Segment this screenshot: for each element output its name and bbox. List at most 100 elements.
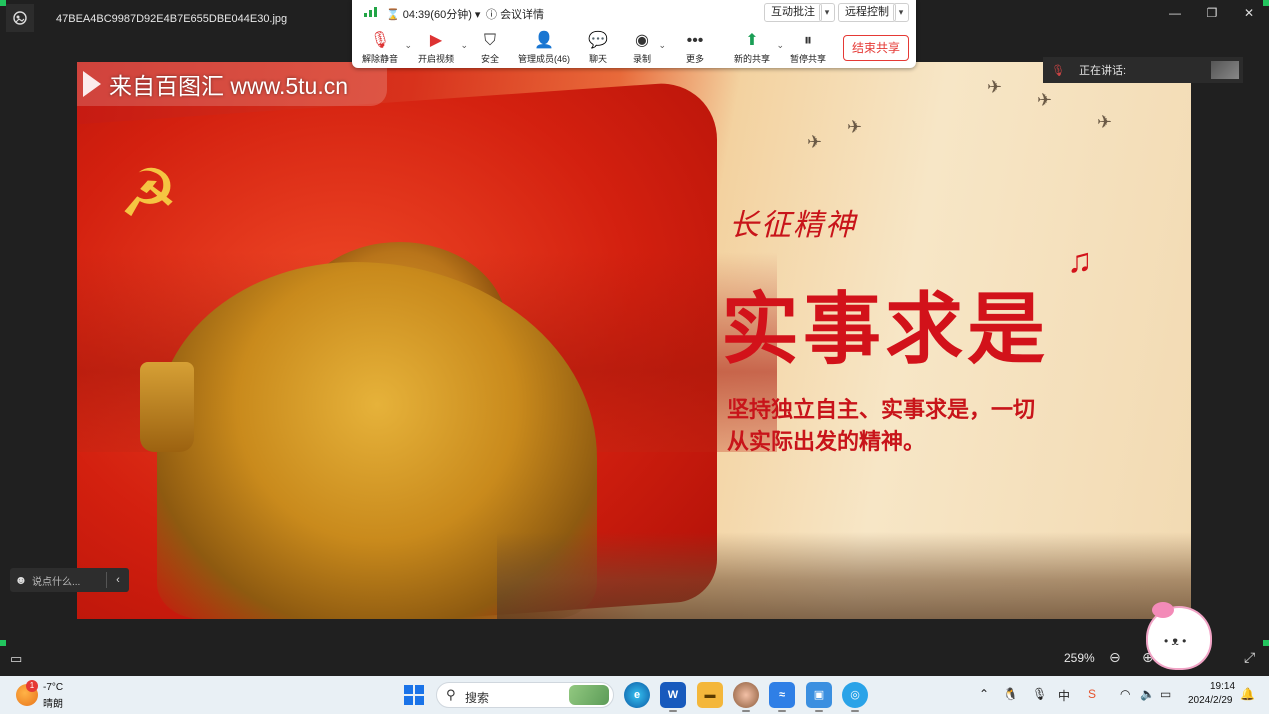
- tool-label: 新的共享: [733, 54, 770, 64]
- image-viewer-window: 47BEA4BC9987D92E4B7E655DBE044E30.jpg — ❐…: [0, 0, 1269, 676]
- signal-strength-icon[interactable]: [364, 7, 377, 17]
- restore-button[interactable]: ❐: [1194, 4, 1230, 24]
- filmstrip-icon[interactable]: ▭: [10, 651, 22, 667]
- video-off-icon: ▶: [429, 32, 443, 49]
- mic-off-icon: 🎙: [1051, 64, 1065, 77]
- security-button[interactable]: ⛉ 安全: [476, 30, 504, 66]
- chat-button[interactable]: 💬 聊天: [586, 30, 610, 66]
- description-line: 从实际出发的精神。: [727, 429, 926, 454]
- play-icon: [83, 71, 101, 97]
- new-share-button[interactable]: ⬆ 新的共享 ⌄: [732, 30, 784, 66]
- mic-off-icon: 🎙: [369, 32, 391, 49]
- annotate-dropdown[interactable]: ▾: [819, 3, 835, 22]
- app-running-indicator: [851, 710, 859, 712]
- pause-share-button[interactable]: ⏸ 暂停共享: [788, 30, 828, 66]
- speaker-avatar: [1211, 61, 1239, 79]
- tool-label: 解除静音: [361, 54, 398, 64]
- soldiers-silhouette-graphic: [497, 532, 1191, 619]
- zoom-level: 259%: [1064, 651, 1095, 665]
- collapse-icon[interactable]: ‹: [107, 574, 129, 586]
- chat-icon: 💬: [588, 32, 608, 49]
- chevron-down-icon[interactable]: ⌄: [460, 40, 468, 51]
- shield-icon: ⛉: [483, 32, 496, 49]
- meeting-toolbar: ⌛ 04:39(60分钟) ▾ ⓘ 会议详情 互动批注 ▾ 远程控制 ▾ 🎙 解…: [352, 0, 916, 68]
- unmute-button[interactable]: 🎙 解除静音 ⌄: [360, 30, 412, 66]
- app-running-indicator: [778, 710, 786, 712]
- fullscreen-icon[interactable]: ⤢: [1244, 649, 1255, 666]
- record-icon: ◉: [635, 32, 649, 49]
- taskbar-search[interactable]: ⚲ 搜索: [436, 682, 614, 708]
- tool-label: 管理成员(46): [517, 54, 570, 64]
- tool-label: 安全: [480, 54, 499, 64]
- qq-icon[interactable]: 🐧: [1003, 687, 1018, 701]
- airplane-icon: ✈: [1097, 112, 1113, 132]
- clock-date[interactable]: 2024/2/29: [1188, 695, 1233, 706]
- zoom-out-icon[interactable]: ⊖: [1109, 649, 1121, 666]
- minimize-button[interactable]: —: [1157, 4, 1193, 24]
- timer-text: 04:39(60分钟): [402, 9, 472, 21]
- more-button[interactable]: ••• 更多: [683, 30, 707, 66]
- watermark-text: 来自百图汇 www.5tu.cn: [109, 73, 348, 99]
- tool-label: 聊天: [588, 54, 607, 64]
- close-button[interactable]: ✕: [1231, 4, 1267, 24]
- temperature[interactable]: -7°C: [43, 682, 63, 693]
- start-video-button[interactable]: ▶ 开启视频 ⌄: [416, 30, 468, 66]
- info-label: 会议详情: [500, 9, 545, 21]
- tool-label: 录制: [632, 54, 651, 64]
- microphone-icon[interactable]: 🎙: [1032, 687, 1047, 701]
- sogou-icon[interactable]: S: [1088, 687, 1096, 701]
- battery-icon[interactable]: ▭: [1160, 687, 1171, 701]
- word-icon[interactable]: W: [660, 682, 686, 708]
- share-border-corner: [1263, 640, 1269, 646]
- speaking-label: 正在讲话:: [1079, 65, 1127, 77]
- airplane-icon: ✈: [847, 117, 863, 137]
- file-explorer-icon[interactable]: ▬: [697, 682, 723, 708]
- edge-icon[interactable]: e: [624, 682, 650, 708]
- photos-icon[interactable]: ▣: [806, 682, 832, 708]
- chat-placeholder[interactable]: 说点什么...: [32, 573, 106, 588]
- search-label: 搜索: [465, 691, 490, 705]
- airplane-icon: ✈: [807, 132, 823, 152]
- weather-badge: 1: [26, 680, 38, 692]
- meeting-app-icon[interactable]: ≈: [769, 682, 795, 708]
- show-hidden-icons[interactable]: ⌃: [979, 687, 989, 701]
- airplane-icon: ✈: [987, 77, 1003, 97]
- search-highlight-graphic: [569, 685, 609, 705]
- meeting-timer[interactable]: ⌛ 04:39(60分钟) ▾: [386, 6, 480, 22]
- photos-app-icon[interactable]: [6, 4, 34, 32]
- image-canvas[interactable]: ☭ 来自百图汇 www.5tu.cn ✈ ✈ ✈ ✈ ✈ 长征精神 实事求是 ♫…: [77, 62, 1191, 619]
- chevron-down-icon[interactable]: ⌄: [404, 40, 412, 51]
- music-note-icon: ♫: [1067, 242, 1093, 280]
- search-icon: ⚲: [446, 687, 456, 702]
- notification-bell-icon[interactable]: 🔔: [1240, 687, 1255, 701]
- remote-control-dropdown[interactable]: ▾: [893, 3, 909, 22]
- record-button[interactable]: ◉ 录制 ⌄: [630, 30, 666, 66]
- weather-condition[interactable]: 晴朗: [43, 695, 63, 710]
- volume-icon[interactable]: 🔈: [1140, 687, 1155, 701]
- tool-label: 更多: [685, 54, 704, 64]
- app-running-indicator: [669, 710, 677, 712]
- ime-indicator[interactable]: 中: [1058, 687, 1070, 704]
- chat-input-box[interactable]: ☻ 说点什么... ‹: [10, 568, 129, 592]
- manage-members-button[interactable]: 👤 管理成员(46): [516, 30, 572, 66]
- hello-kitty-widget[interactable]: • ᴥ •: [1146, 602, 1212, 670]
- chevron-down-icon[interactable]: ⌄: [658, 40, 666, 51]
- tool-label: 暂停共享: [789, 54, 826, 64]
- annotate-button[interactable]: 互动批注: [764, 3, 822, 22]
- clock-time[interactable]: 19:14: [1210, 681, 1235, 692]
- remote-control-button[interactable]: 远程控制: [838, 3, 896, 22]
- start-button[interactable]: [404, 685, 424, 705]
- emoji-icon[interactable]: ☻: [10, 573, 32, 587]
- description-line: 坚持独立自主、实事求是，一切: [727, 397, 1036, 422]
- wifi-icon[interactable]: ◠: [1120, 687, 1130, 701]
- share-border-corner: [0, 640, 6, 646]
- browser-icon[interactable]: ◎: [842, 682, 868, 708]
- avatar-app-icon[interactable]: [733, 682, 759, 708]
- end-share-button[interactable]: 结束共享: [843, 35, 909, 61]
- meeting-info-button[interactable]: ⓘ 会议详情: [486, 6, 544, 22]
- chevron-down-icon[interactable]: ⌄: [776, 40, 784, 51]
- more-icon: •••: [686, 32, 704, 49]
- speaking-indicator: 🎙 正在讲话:: [1043, 57, 1243, 83]
- lantern-graphic: [140, 362, 194, 452]
- file-name: 47BEA4BC9987D92E4B7E655DBE044E30.jpg: [56, 13, 288, 25]
